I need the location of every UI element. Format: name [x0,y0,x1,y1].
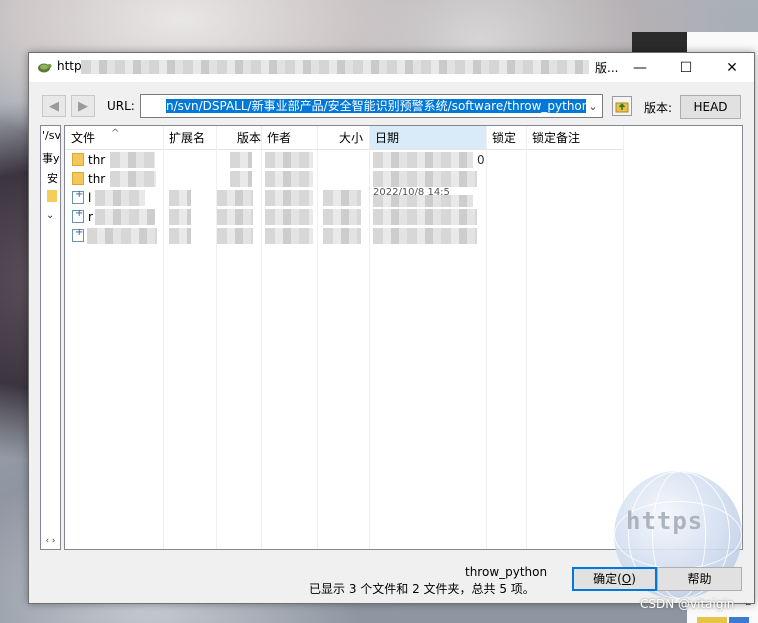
background-bar [729,617,749,623]
selected-path-label: throw_python [465,565,548,579]
sort-ascending-icon: ^ [111,128,120,139]
url-input[interactable]: n/svn/DSPALL/新事业部产品/安全智能识别预警系统/software/… [166,99,586,113]
folder-icon [72,172,84,185]
redacted-cell [373,152,473,168]
ok-label-tail: ) [631,572,636,586]
forward-button[interactable]: ▶ [71,95,95,117]
list-item[interactable]: thr 0 [65,151,742,170]
redacted-cell [265,228,313,244]
background-bar [697,617,727,623]
minimize-button[interactable]: — [617,53,663,82]
window-title: http [57,59,82,73]
back-button[interactable]: ◀ [42,95,66,117]
back-arrow-icon: ◀ [49,98,59,114]
close-button[interactable]: ✕ [709,53,755,82]
forward-arrow-icon: ▶ [78,98,88,114]
redacted-cell [265,152,313,168]
tree-item[interactable]: 事y [42,150,60,166]
url-combobox[interactable]: n/svn/DSPALL/新事业部产品/安全智能识别预警系统/software/… [140,94,603,118]
folder-up-icon [615,102,629,113]
list-item[interactable]: r [65,208,742,227]
column-header-author[interactable]: 作者 [261,126,317,150]
ok-accelerator: O [621,572,632,586]
column-header-revision[interactable]: 版本 [216,126,261,150]
redacted-cell [323,190,361,206]
redacted-cell [169,190,191,206]
status-text: 已显示 3 个文件和 2 文件夹，总共 5 项。 [309,582,535,596]
redacted-cell [373,209,477,225]
redacted-cell [230,171,252,187]
ok-label: 确定( [593,572,622,586]
redacted-cell [95,209,155,225]
redacted-cell [169,209,191,225]
item-name: l [88,191,92,205]
column-header-lock[interactable]: 锁定 [486,126,526,150]
file-icon [72,227,84,242]
redacted-cell [265,171,313,187]
redacted-cell [230,152,252,168]
file-icon [72,189,84,204]
tree-item[interactable]: '/sv [42,129,60,142]
redacted-cell [265,190,313,206]
item-name: r [88,210,93,224]
folder-icon [72,153,84,166]
repository-browser-window: http 版... — ☐ ✕ ◀ ▶ URL: n/svn/DSPALL/新事… [28,52,755,604]
credit-watermark: CSDN @vitaigin [640,597,735,611]
maximize-button[interactable]: ☐ [663,53,709,82]
column-header-size[interactable]: 大小 [317,126,369,150]
browse-button[interactable] [612,96,632,116]
folder-icon [47,190,57,202]
redacted-cell [373,195,473,207]
url-label: URL: [107,99,135,113]
redacted-cell [265,209,313,225]
item-name: thr [88,172,106,186]
redacted-cell [110,171,156,187]
column-header-date[interactable]: 日期 [369,126,486,150]
help-button[interactable]: 帮助 [657,567,742,591]
redacted-cell [87,228,157,244]
redacted-cell [217,190,253,206]
redacted-cell [95,190,145,206]
chevron-down-icon[interactable]: ⌄ [46,210,54,221]
item-date: 0 [477,153,485,167]
item-name: thr [88,153,106,167]
column-header-extension[interactable]: 扩展名 [163,126,216,150]
window-title-suffix: 版... [595,61,619,75]
repository-tree-pane[interactable]: '/sv 事y 安 ⌄ ‹ › [40,125,61,550]
redacted-cell [373,228,477,244]
column-label: 文件 [71,131,96,145]
tree-item[interactable]: 安 [47,170,58,186]
redacted-cell [373,171,477,187]
ok-button[interactable]: 确定(O) [572,567,657,591]
redacted-cell [110,152,155,168]
redacted-cell [217,209,253,225]
horizontal-scrollbar[interactable]: ‹ › [41,533,60,549]
list-item[interactable] [65,227,742,246]
chevron-down-icon[interactable]: ⌄ [584,95,602,117]
watermark-text: https [626,507,704,535]
redacted-cell [169,228,191,244]
redacted-cell [323,228,361,244]
column-header-lock-comment[interactable]: 锁定备注 [526,126,623,150]
title-bar[interactable]: http 版... — ☐ ✕ [29,53,754,82]
revision-label: 版本: [644,101,673,115]
file-icon [72,208,84,223]
column-header-file[interactable]: 文件 ^ [65,126,163,150]
redacted-cell [323,209,361,225]
tortoise-icon [38,63,52,73]
list-item[interactable]: l 2022/10/8 14:5 [65,187,742,208]
revision-head-button[interactable]: HEAD [680,95,741,119]
redacted-title [81,60,589,74]
redacted-cell [217,228,253,244]
